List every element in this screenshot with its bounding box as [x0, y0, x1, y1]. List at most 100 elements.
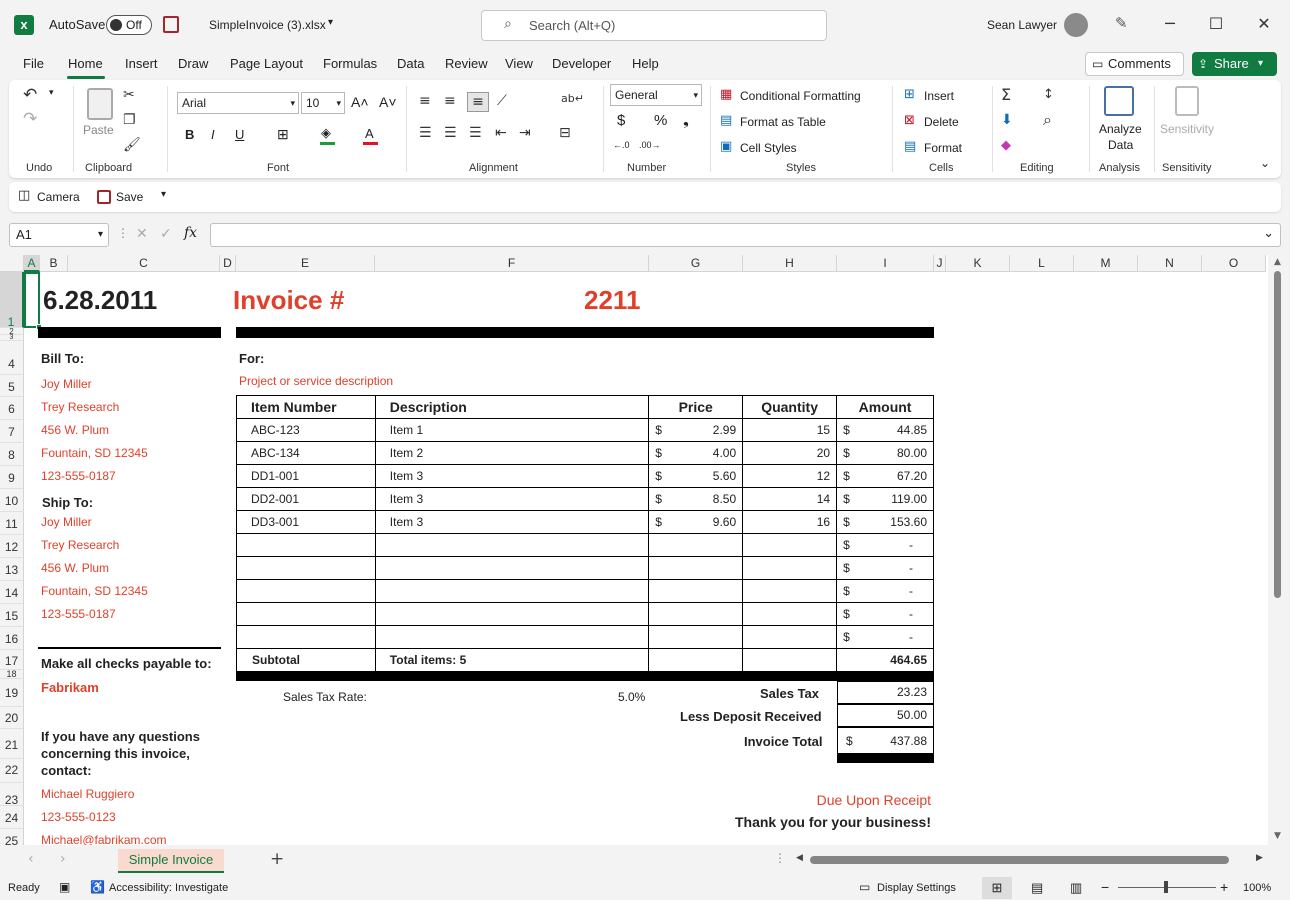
- align-center-icon[interactable]: ☰: [444, 124, 457, 144]
- formula-input[interactable]: ⌄: [210, 223, 1281, 247]
- item-number-cell[interactable]: [236, 602, 376, 626]
- align-top-icon[interactable]: ≡: [419, 92, 431, 112]
- align-left-icon[interactable]: ☰: [419, 124, 432, 144]
- price-cell[interactable]: [648, 533, 744, 557]
- currency-icon[interactable]: $: [617, 112, 625, 129]
- ship-to-line[interactable]: 456 W. Plum: [41, 561, 109, 575]
- invoice-total-cell[interactable]: $ 437.88: [837, 727, 934, 754]
- column-header[interactable]: D: [220, 255, 236, 272]
- contact-phone[interactable]: 123-555-0123: [41, 810, 116, 824]
- row-header[interactable]: 8: [0, 443, 24, 466]
- fill-icon[interactable]: ⬇: [1001, 111, 1013, 131]
- column-header[interactable]: F: [375, 255, 649, 272]
- merge-center-icon[interactable]: ⊟: [559, 124, 571, 144]
- price-cell[interactable]: $5.60: [648, 464, 744, 488]
- row-header[interactable]: 19: [0, 679, 24, 707]
- row-header[interactable]: 9: [0, 466, 24, 489]
- add-sheet-icon[interactable]: +: [270, 849, 284, 869]
- description-cell[interactable]: [374, 533, 650, 557]
- column-header[interactable]: K: [946, 255, 1010, 272]
- format-as-table-button[interactable]: Format as Table: [740, 115, 826, 129]
- contact-email[interactable]: Michael@fabrikam.com: [41, 833, 167, 845]
- price-cell[interactable]: $8.50: [648, 487, 744, 511]
- column-header[interactable]: I: [837, 255, 934, 272]
- total-items[interactable]: Total items: 5: [374, 648, 650, 672]
- quantity-cell[interactable]: [742, 533, 838, 557]
- row-header[interactable]: 11: [0, 512, 24, 535]
- percent-icon[interactable]: %: [654, 112, 667, 129]
- ship-to-line[interactable]: 123-555-0187: [41, 607, 116, 621]
- zoom-level[interactable]: 100%: [1243, 882, 1271, 894]
- sales-tax-value[interactable]: 23.23: [837, 681, 934, 704]
- header-quantity[interactable]: Quantity: [742, 395, 838, 419]
- sales-tax-label[interactable]: Sales Tax: [760, 686, 819, 701]
- normal-view-button[interactable]: ⊞: [982, 877, 1012, 899]
- description-cell[interactable]: Item 2: [374, 441, 650, 465]
- format-cells-button[interactable]: Format: [924, 141, 962, 155]
- filename[interactable]: SimpleInvoice (3).xlsx: [209, 18, 326, 32]
- row-header[interactable]: 14: [0, 581, 24, 604]
- table-cell[interactable]: [648, 648, 744, 672]
- scroll-down-icon[interactable]: ▼: [1274, 831, 1281, 841]
- column-header[interactable]: A: [24, 255, 40, 272]
- item-number-cell[interactable]: [236, 533, 376, 557]
- scroll-up-icon[interactable]: ▲: [1274, 257, 1281, 267]
- invoice-number[interactable]: 2211: [584, 285, 640, 316]
- align-middle-icon[interactable]: ≡: [444, 92, 456, 112]
- bill-to-line[interactable]: Joy Miller: [41, 377, 92, 391]
- for-label[interactable]: For:: [239, 351, 264, 366]
- analyze-data-label-1[interactable]: Analyze: [1099, 122, 1142, 136]
- filename-chevron-icon[interactable]: ▾: [328, 17, 333, 28]
- item-number-cell[interactable]: DD3-001: [236, 510, 376, 534]
- quantity-cell[interactable]: [742, 579, 838, 603]
- tab-help[interactable]: Help: [632, 56, 659, 71]
- borders-icon[interactable]: ⊞: [277, 126, 289, 143]
- column-header[interactable]: C: [68, 255, 220, 272]
- autosave-toggle[interactable]: Off: [106, 15, 152, 35]
- header-description[interactable]: Description: [374, 395, 650, 419]
- sensitivity-button-label[interactable]: Sensitivity: [1160, 122, 1214, 136]
- accessibility-status[interactable]: Accessibility: Investigate: [109, 882, 228, 894]
- bill-to-line[interactable]: 123-555-0187: [41, 469, 116, 483]
- sort-filter-icon[interactable]: ↕: [1043, 86, 1054, 106]
- project-description[interactable]: Project or service description: [239, 374, 393, 388]
- item-number-cell[interactable]: ABC-123: [236, 418, 376, 442]
- increase-decimal-icon[interactable]: ←.0: [613, 140, 630, 150]
- row-header[interactable]: 21: [0, 729, 24, 759]
- price-cell[interactable]: $4.00: [648, 441, 744, 465]
- quantity-cell[interactable]: 20: [742, 441, 838, 465]
- cancel-icon[interactable]: ✕: [136, 226, 148, 242]
- sensitivity-icon[interactable]: [1175, 86, 1199, 116]
- subtotal-label[interactable]: Subtotal: [236, 648, 376, 672]
- row-header[interactable]: 18: [0, 670, 24, 679]
- header-item-number[interactable]: Item Number: [236, 395, 376, 419]
- column-header[interactable]: J: [934, 255, 946, 272]
- next-sheet-icon[interactable]: ›: [60, 851, 66, 867]
- cut-icon[interactable]: ✂: [123, 86, 135, 106]
- sheet-tab-simple-invoice[interactable]: Simple Invoice: [118, 849, 224, 873]
- user-name[interactable]: Sean Lawyer: [987, 18, 1057, 32]
- amount-cell[interactable]: $ -: [836, 602, 934, 626]
- amount-cell[interactable]: $153.60: [836, 510, 934, 534]
- column-header[interactable]: G: [649, 255, 743, 272]
- conditional-formatting-button[interactable]: Conditional Formatting: [740, 89, 861, 103]
- bold-icon[interactable]: B: [185, 127, 194, 142]
- bill-to-label[interactable]: Bill To:: [41, 351, 84, 366]
- payee[interactable]: Fabrikam: [41, 680, 99, 695]
- ship-to-line[interactable]: Trey Research: [41, 538, 119, 552]
- analyze-data-icon[interactable]: [1104, 86, 1134, 116]
- paste-icon[interactable]: [87, 88, 113, 120]
- row-header[interactable]: 24: [0, 806, 24, 829]
- share-chevron-icon[interactable]: ▾: [1258, 52, 1263, 76]
- increase-font-icon[interactable]: A˄: [351, 94, 369, 110]
- tab-formulas[interactable]: Formulas: [323, 56, 377, 71]
- row-header[interactable]: 15: [0, 604, 24, 627]
- paste-label[interactable]: Paste: [83, 123, 114, 137]
- insert-function-icon[interactable]: fx: [184, 225, 197, 241]
- description-cell[interactable]: Item 3: [374, 487, 650, 511]
- decrease-font-icon[interactable]: A˅: [379, 94, 397, 110]
- description-cell[interactable]: Item 3: [374, 464, 650, 488]
- vertical-scrollbar[interactable]: ▲ ▼: [1268, 255, 1290, 845]
- row-header[interactable]: 25: [0, 829, 24, 845]
- ship-to-line[interactable]: Fountain, SD 12345: [41, 584, 148, 598]
